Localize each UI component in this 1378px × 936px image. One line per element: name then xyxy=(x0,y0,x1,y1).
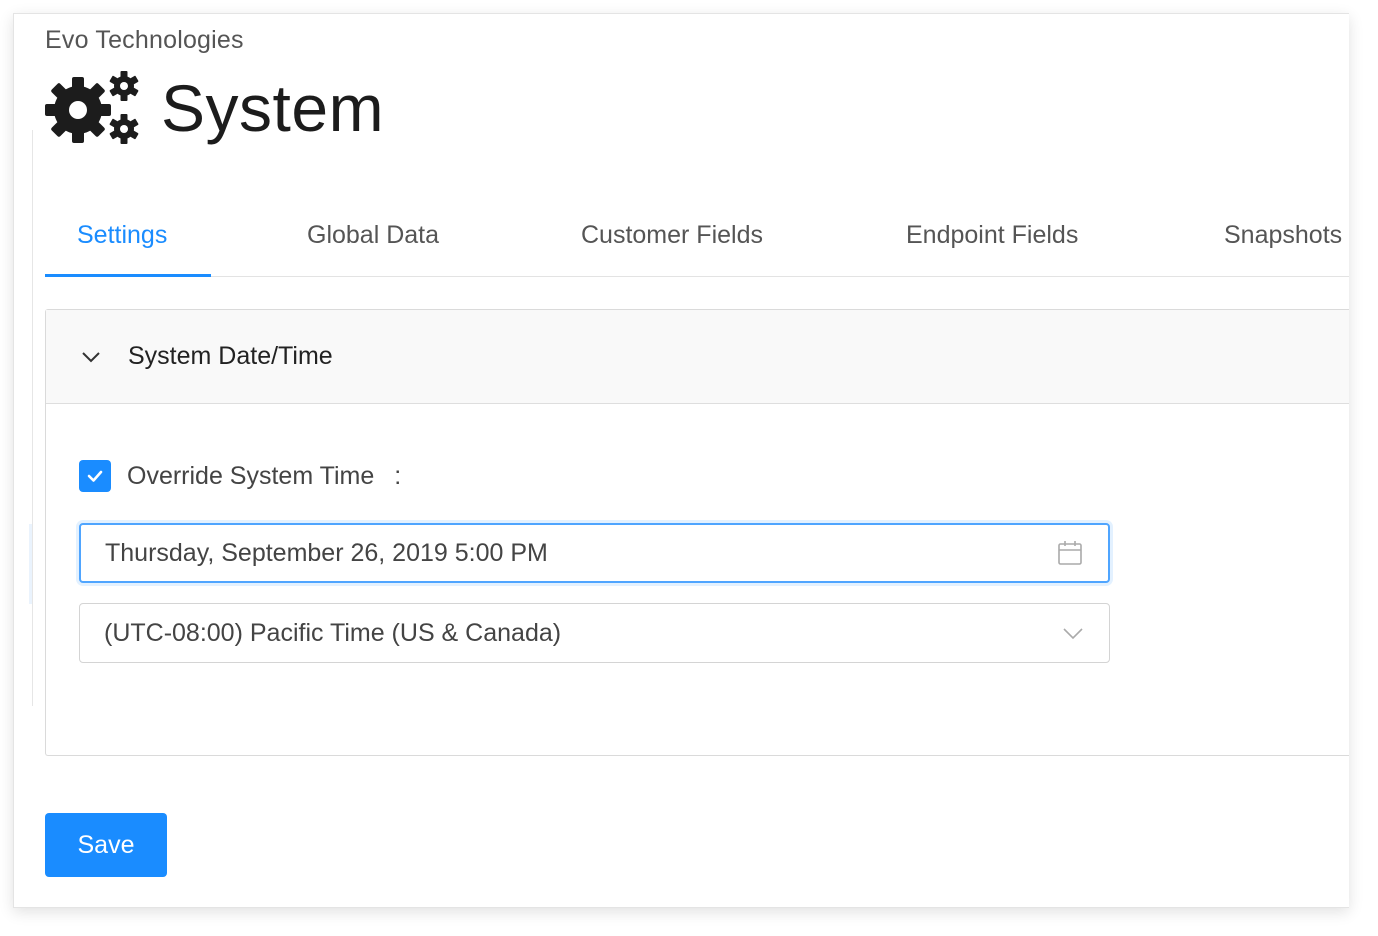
tab-bar: Settings Global Data Customer Fields End… xyxy=(45,209,1349,277)
system-datetime-panel: System Date/Time Override System Time : … xyxy=(45,309,1349,756)
override-checkbox[interactable] xyxy=(79,460,111,492)
override-label: Override System Time xyxy=(127,461,375,490)
datetime-value: Thursday, September 26, 2019 5:00 PM xyxy=(105,538,548,567)
tab-snapshots[interactable]: Snapshots xyxy=(1224,209,1342,275)
chevron-down-icon xyxy=(1063,628,1083,640)
timezone-select[interactable]: (UTC-08:00) Pacific Time (US & Canada) xyxy=(79,603,1110,663)
chevron-down-icon xyxy=(82,351,100,362)
breadcrumb[interactable]: Evo Technologies xyxy=(45,26,244,55)
system-settings-window: Evo Technologies System Settings Global … xyxy=(13,13,1349,908)
panel-title: System Date/Time xyxy=(128,342,333,370)
checkmark-icon xyxy=(87,470,103,482)
save-button[interactable]: Save xyxy=(45,813,167,877)
left-divider-accent xyxy=(29,524,32,604)
calendar-icon[interactable] xyxy=(1056,539,1084,567)
tab-endpoint-fields[interactable]: Endpoint Fields xyxy=(906,209,1078,275)
tab-global-data[interactable]: Global Data xyxy=(307,209,439,275)
page-header: System xyxy=(45,69,384,147)
tab-settings[interactable]: Settings xyxy=(77,209,167,275)
override-colon: : xyxy=(394,461,402,490)
active-tab-indicator xyxy=(45,274,211,277)
timezone-value: (UTC-08:00) Pacific Time (US & Canada) xyxy=(104,618,562,647)
gears-icon xyxy=(45,71,139,144)
panel-header[interactable]: System Date/Time xyxy=(46,310,1349,404)
tab-customer-fields[interactable]: Customer Fields xyxy=(581,209,763,275)
left-divider xyxy=(32,130,33,706)
page-title: System xyxy=(161,71,385,145)
datetime-input[interactable]: Thursday, September 26, 2019 5:00 PM xyxy=(79,523,1110,583)
override-row: Override System Time : xyxy=(79,460,401,492)
